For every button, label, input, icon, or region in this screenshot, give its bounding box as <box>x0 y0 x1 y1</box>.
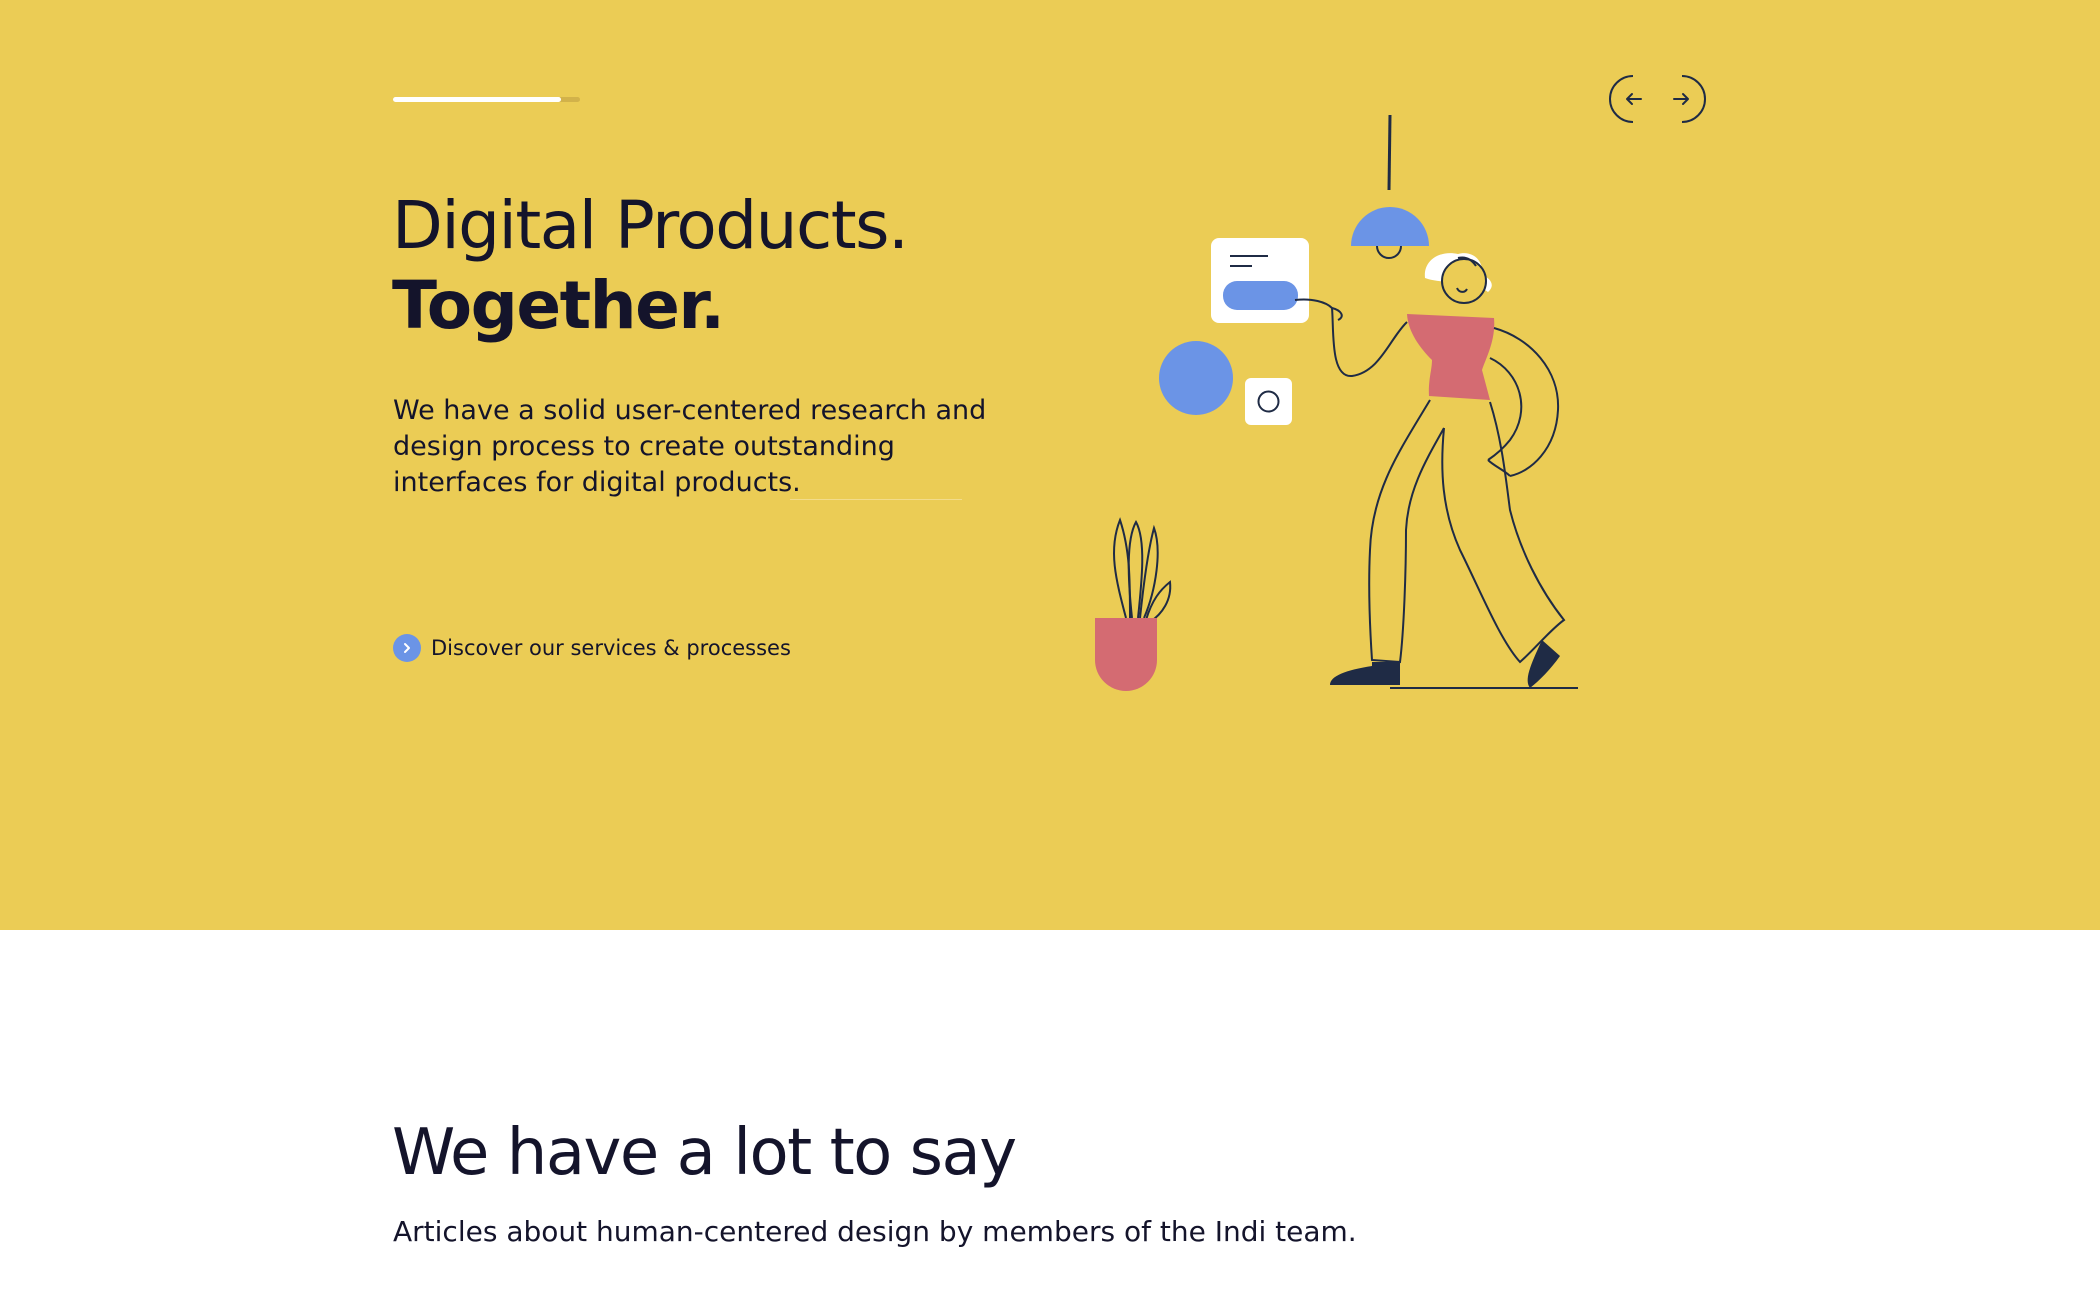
hero-title-line2: Together. <box>392 267 725 344</box>
next-slide-button[interactable] <box>1656 74 1706 124</box>
discover-services-label: Discover our services & processes <box>431 636 791 660</box>
slide-progress-fill <box>393 97 562 102</box>
hero-description: We have a solid user-centered research a… <box>393 395 987 498</box>
arrow-left-icon <box>1609 75 1642 123</box>
chevron-right-icon <box>393 634 421 662</box>
lamp-illustration <box>1351 114 1429 259</box>
person-illustration <box>1294 253 1578 689</box>
articles-section-subtitle: Articles about human-centered design by … <box>393 1215 1357 1248</box>
hero-section: Digital Products. Together. We have a so… <box>0 0 2100 930</box>
hero-illustration <box>1095 114 1578 691</box>
previous-slide-button[interactable] <box>1609 74 1659 124</box>
description-divider <box>790 499 962 500</box>
slide-progress-bar <box>393 97 580 102</box>
hero-title-line1: Digital Products. <box>392 187 909 264</box>
plant-illustration <box>1095 517 1172 691</box>
blue-circle-shape <box>1159 341 1233 415</box>
articles-section-title: We have a lot to say <box>392 1116 1017 1190</box>
hero-title: Digital Products. Together. <box>392 186 909 346</box>
arrow-right-icon <box>1673 75 1706 123</box>
discover-services-link[interactable]: Discover our services & processes <box>393 634 791 662</box>
radio-card-illustration <box>1245 378 1292 425</box>
ui-card-illustration <box>1211 238 1309 323</box>
